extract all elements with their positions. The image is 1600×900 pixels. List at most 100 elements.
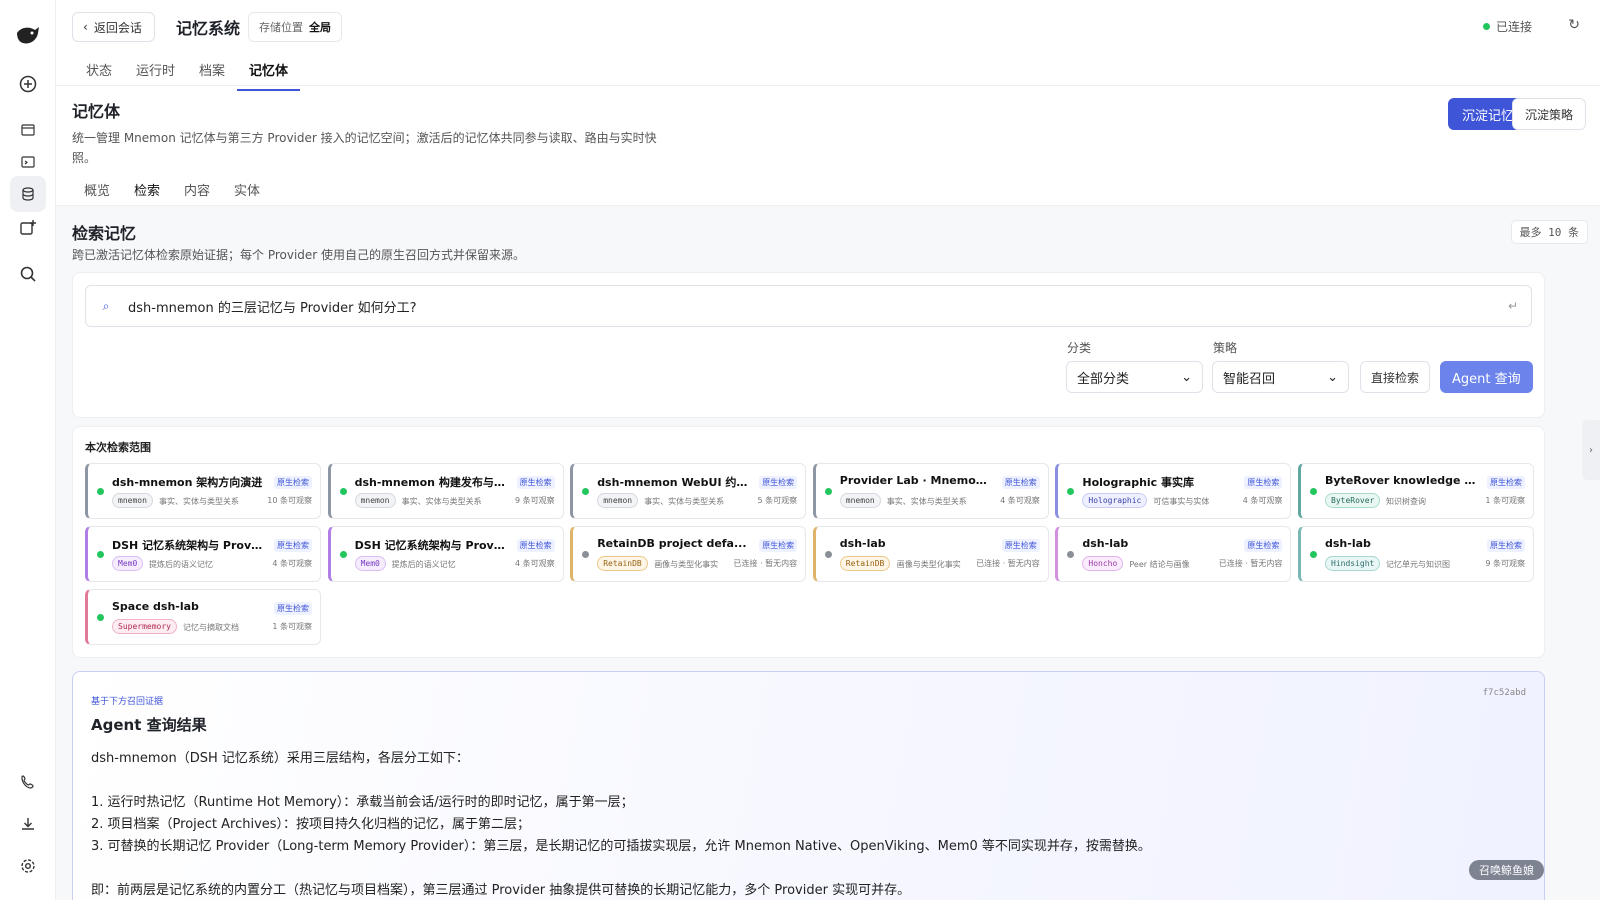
status-dot-icon [339, 551, 347, 558]
card-count: 1 条可观察 [1485, 496, 1525, 505]
status-dot-icon [1310, 551, 1317, 558]
float-assistant-tag[interactable]: 召唤鲸鱼娘 [1469, 860, 1544, 880]
card-name: DSH 记忆系统架构与 Provide... [354, 539, 507, 552]
tab-memory-bodies[interactable]: 记忆体 [237, 56, 301, 91]
provider-tag: Supermemory [112, 619, 177, 634]
card-count: 9 条可观察 [514, 496, 555, 505]
card-description: 事实、实体与类型关系 [644, 497, 725, 506]
tab-runtime[interactable]: 运行时 [124, 56, 187, 91]
phone-icon[interactable] [10, 764, 46, 800]
card-name: dsh-lab [839, 537, 886, 550]
provider-tag: RetainDB [839, 556, 891, 571]
result-hash: f7c52abd [1482, 688, 1526, 698]
card-count: 4 条可观察 [514, 559, 555, 568]
card-name: RetainDB project defa... [597, 537, 747, 550]
native-search-badge: 原生检索 [516, 539, 555, 552]
card-description: 画像与类型化事实 [896, 560, 961, 569]
scope-card[interactable]: RetainDB project defa... 原生检索 RetainDB 画像与类… [570, 526, 807, 582]
card-description: 记忆单元与知识图 [1386, 560, 1450, 569]
native-search-badge: 原生检索 [274, 539, 312, 552]
status-dot-icon [97, 551, 104, 558]
scope-card[interactable]: Provider Lab · Mnemon Nat... 原生检索 mnemon 事实… [812, 463, 1049, 519]
status-dot-icon [824, 488, 832, 495]
scope-card[interactable]: dsh-mnemon WebUI 约定与... 原生检索 mnemon 事实、实体与类… [570, 463, 807, 519]
section-description: 统一管理 Mnemon 记忆体与第三方 Provider 接入的记忆空间；激活后… [72, 131, 657, 165]
search-input[interactable]: ⌕ dsh-mnemon 的三层记忆与 Provider 如何分工? ↵ [85, 285, 1532, 327]
search-content: 检索记忆 跨已激活记忆体检索原始证据；每个 Provider 使用自己的原生召回… [56, 206, 1600, 900]
scope-card[interactable]: dsh-lab 原生检索 Honcho Peer 结论与画像 已连接 · 暂无内容 [1055, 526, 1292, 582]
terminal-icon[interactable] [10, 144, 46, 180]
scope-card[interactable]: Holographic 事实库 原生检索 Holographic 可信事实与实体 4 条… [1055, 463, 1292, 519]
status-dot-icon [339, 488, 347, 495]
section-title: 记忆体 [72, 102, 121, 121]
chevron-down-icon: ⌄ [1181, 369, 1192, 385]
enter-icon: ↵ [1507, 299, 1519, 313]
storage-location[interactable]: 存储位置 全局 [248, 12, 342, 42]
status-dot-icon [1482, 23, 1490, 30]
search-scope-panel: 本次检索范围 dsh-mnemon 架构方向演进 原生检索 mnemon 事实、实体与… [72, 426, 1545, 658]
native-search-badge: 原生检索 [1244, 539, 1283, 552]
tab-archives[interactable]: 档案 [187, 56, 237, 91]
agent-query-button[interactable]: Agent 查询 [1440, 361, 1533, 393]
distill-strategy-button[interactable]: 沉淀策略 [1511, 98, 1586, 130]
direct-search-button[interactable]: 直接检索 [1360, 361, 1431, 393]
status-dot-icon [582, 488, 590, 495]
status-dot-icon [97, 488, 104, 495]
page-title: 记忆系统 [176, 19, 241, 38]
native-search-badge: 原生检索 [1244, 476, 1283, 489]
scope-card[interactable]: DSH 记忆系统架构与 Provide... 原生检索 Mem0 提炼后的语义记忆 4 … [85, 526, 321, 582]
category-value: 全部分类 [1077, 371, 1130, 387]
refresh-icon[interactable]: ↻ [1568, 17, 1580, 33]
scope-card[interactable]: DSH 记忆系统架构与 Provide... 原生检索 Mem0 提炼后的语义记忆 4 … [327, 526, 564, 582]
category-select[interactable]: 全部分类 ⌄ [1066, 361, 1203, 393]
logo-icon[interactable] [10, 18, 46, 54]
card-name: DSH 记忆系统架构与 Provide... [112, 539, 264, 552]
query-panel: ⌕ dsh-mnemon 的三层记忆与 Provider 如何分工? ↵ 分类 … [72, 272, 1545, 418]
max-results-badge: 最多 10 条 [1510, 220, 1588, 244]
provider-tag: Hindsight [1325, 556, 1381, 571]
settings-icon[interactable] [10, 848, 46, 884]
strategy-select[interactable]: 智能召回 ⌄ [1212, 361, 1349, 393]
scope-card[interactable]: dsh-mnemon 构建发布与开... 原生检索 mnemon 事实、实体与类型关系… [327, 463, 564, 519]
card-description: 知识树查询 [1386, 497, 1426, 506]
database-icon[interactable] [10, 176, 46, 212]
card-count: 已连接 · 暂无内容 [1218, 559, 1283, 568]
card-count: 1 条可观察 [272, 622, 312, 631]
search-icon[interactable] [10, 256, 46, 292]
scope-card[interactable]: ByteRover knowledge tree 原生检索 ByteRover 知识树… [1298, 463, 1534, 519]
native-search-badge: 原生检索 [759, 539, 798, 552]
new-chat-icon[interactable] [10, 66, 46, 102]
card-count: 5 条可观察 [757, 496, 798, 505]
download-icon[interactable] [10, 806, 46, 842]
scope-card[interactable]: Space dsh-lab 原生检索 Supermemory 记忆与摘取文档 1 条可观… [85, 589, 321, 645]
status-dot-icon [824, 551, 832, 558]
connection-label: 已连接 [1495, 20, 1532, 34]
status-dot-icon [1067, 488, 1075, 495]
back-button[interactable]: ‹ 返回会话 [72, 12, 155, 42]
storage-label: 存储位置 [259, 21, 303, 34]
provider-tag: Honcho [1082, 556, 1124, 571]
provider-tag: mnemon [839, 493, 881, 508]
card-name: dsh-lab [1082, 537, 1129, 550]
scope-title: 本次检索范围 [85, 441, 151, 454]
search-description: 跨已激活记忆体检索原始证据；每个 Provider 使用自己的原生召回方式并保留… [72, 248, 526, 262]
provider-tag: mnemon [597, 493, 639, 508]
native-search-badge: 原生检索 [1001, 476, 1040, 489]
tab-status[interactable]: 状态 [74, 56, 124, 91]
add-space-icon[interactable] [10, 210, 46, 246]
category-label: 分类 [1067, 341, 1092, 355]
provider-tag: Mem0 [112, 556, 144, 571]
status-dot-icon [582, 551, 590, 558]
search-query-text: dsh-mnemon 的三层记忆与 Provider 如何分工? [128, 300, 417, 316]
native-search-badge: 原生检索 [1487, 539, 1525, 552]
native-search-badge: 原生检索 [516, 476, 555, 489]
card-count: 4 条可观察 [1000, 496, 1040, 505]
dashboard-icon[interactable] [10, 112, 46, 148]
card-count: 10 条可观察 [267, 496, 312, 505]
chevron-right-icon[interactable]: › [1582, 420, 1600, 480]
card-description: 画像与类型化事实 [654, 560, 719, 569]
scope-card[interactable]: dsh-lab 原生检索 RetainDB 画像与类型化事实 已连接 · 暂无内容 [812, 526, 1049, 582]
top-bar: ‹ 返回会话 记忆系统 存储位置 全局 已连接 ↻ 状态 运行时 档案 记忆体 [56, 0, 1600, 91]
scope-card[interactable]: dsh-lab 原生检索 Hindsight 记忆单元与知识图 9 条可观察 [1298, 526, 1534, 582]
scope-card[interactable]: dsh-mnemon 架构方向演进 原生检索 mnemon 事实、实体与类型关系 10 … [85, 463, 321, 519]
